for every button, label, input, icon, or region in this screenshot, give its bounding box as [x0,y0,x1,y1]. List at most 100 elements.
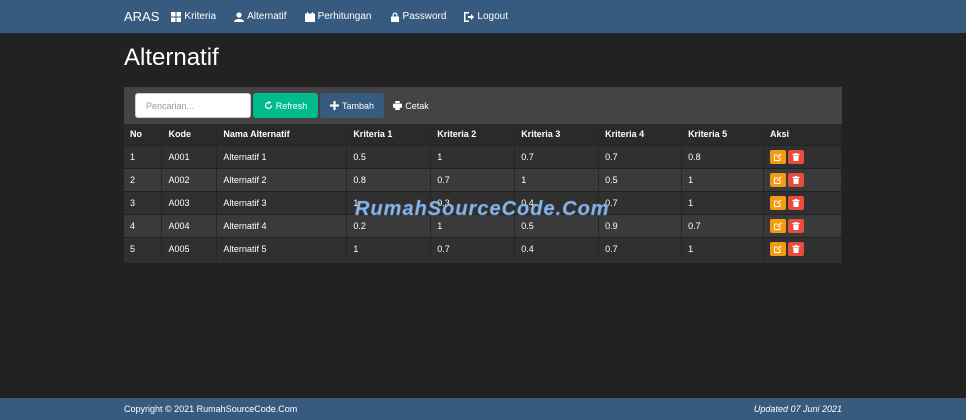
cetak-button[interactable]: Cetak [388,93,434,118]
watermark: RumahSourceCode.Com [355,198,610,220]
action-cell [763,167,842,191]
table-cell: 3 [124,190,163,214]
nav-item-label: Password [402,11,447,22]
trash-icon [792,175,800,184]
table-cell: 1 [681,167,764,191]
updated-text: Updated 07 Juni 2021 [753,404,842,414]
nav-item-password[interactable]: Password [390,11,447,22]
table-cell: Alternatif 1 [216,144,348,168]
tambah-button[interactable]: Tambah [320,93,384,118]
table-cell: A001 [161,144,218,168]
edit-icon [774,152,782,161]
table-header-row: No Kode Nama Alternatif Kriteria 1 Krite… [124,124,842,145]
table-cell: 0.9 [598,213,683,237]
table-row: 1 A001 Alternatif 1 0.5 1 0.7 0.7 0.8 [124,144,842,168]
table-cell: 0.7 [598,190,683,214]
print-icon [393,101,403,110]
nav-item-kriteria[interactable]: Kriteria [171,11,216,22]
nav-item-alternatif[interactable]: Alternatif [234,11,287,22]
table-cell: 0.5 [598,167,683,191]
table-cell: 2 [124,167,163,191]
column-header: Kriteria 1 [346,124,432,145]
trash-icon [792,152,800,161]
top-navbar: ARAS Kriteria Alternatif Perhitungan Pas… [0,0,966,33]
alternatif-table: No Kode Nama Alternatif Kriteria 1 Krite… [124,124,842,260]
delete-button[interactable] [788,149,804,164]
column-header: Kriteria 3 [514,124,600,145]
plus-icon [329,101,339,110]
column-header: Aksi [763,124,842,145]
nav-item-label: Perhitungan [317,11,372,22]
edit-button[interactable] [770,172,786,187]
table-cell: A005 [161,236,218,260]
table-cell: 5 [124,236,163,260]
table-cell: 4 [124,213,163,237]
table-cell: Alternatif 4 [216,213,348,237]
table-cell: 0.7 [681,213,764,237]
column-header: No [124,124,163,145]
table-cell: 0.8 [346,167,432,191]
table-cell: A004 [161,213,218,237]
table-cell: Alternatif 3 [216,190,348,214]
table-cell: 0.7 [514,144,600,168]
edit-icon [774,221,782,230]
delete-button[interactable] [788,218,804,233]
edit-button[interactable] [770,241,786,256]
action-cell [763,144,842,168]
refresh-button[interactable]: Refresh [253,93,318,118]
column-header: Nama Alternatif [216,124,348,145]
edit-icon [774,175,782,184]
nav-item-logout[interactable]: Logout [464,11,508,22]
search-input[interactable] [135,93,251,118]
table-cell: 1 [681,190,764,214]
trash-icon [792,244,800,253]
edit-button[interactable] [770,218,786,233]
delete-button[interactable] [788,241,804,256]
table-row: 5 A005 Alternatif 5 1 0.7 0.4 0.7 1 [124,236,842,260]
trash-icon [792,221,800,230]
toolbar: Refresh Tambah Cetak [124,87,842,124]
delete-button[interactable] [788,195,804,210]
table-cell: 0.7 [598,144,683,168]
column-header: Kode [161,124,218,145]
nav-item-label: Alternatif [247,11,287,22]
table-cell: 0.5 [346,144,432,168]
tambah-label: Tambah [341,100,375,111]
edit-icon [774,245,782,253]
column-header: Kriteria 4 [598,124,683,145]
nav-item-perhitungan[interactable]: Perhitungan [304,11,372,22]
table-cell: 0.7 [598,236,683,260]
alternatif-panel: Refresh Tambah Cetak No Kode Nama Altern… [124,87,842,263]
page-title: Alternatif [124,44,219,71]
table-cell: 0.8 [681,144,764,168]
user-icon [234,11,245,22]
column-header: Kriteria 2 [430,124,516,145]
table-cell: 1 [514,167,600,191]
table-cell: A002 [161,167,218,191]
table-cell: 1 [430,144,516,168]
action-cell [763,236,842,260]
edit-button[interactable] [770,195,786,210]
table-cell: A003 [161,190,218,214]
table-cell: 1 [681,236,764,260]
refresh-label: Refresh [275,100,308,111]
calendar-icon [304,11,315,22]
nav-menu: ARAS Kriteria Alternatif Perhitungan Pas… [124,0,526,33]
table-cell: 1 [346,236,432,260]
table-row: 2 A002 Alternatif 2 0.8 0.7 1 0.5 1 [124,167,842,191]
table-cell: 0.4 [514,236,600,260]
table-cell: 0.7 [430,236,516,260]
delete-button[interactable] [788,172,804,187]
table-cell: Alternatif 5 [216,236,348,260]
logout-icon [464,11,475,22]
action-cell [763,213,842,237]
column-header: Kriteria 5 [681,124,764,145]
copyright-text: Copyright © 2021 RumahSourceCode.Com [124,404,298,414]
refresh-icon [264,101,272,110]
table-cell: Alternatif 2 [216,167,348,191]
edit-button[interactable] [770,149,786,164]
action-cell [763,190,842,214]
brand-link[interactable]: ARAS [124,9,159,24]
table-cell: 0.7 [430,167,516,191]
trash-icon [792,198,800,207]
